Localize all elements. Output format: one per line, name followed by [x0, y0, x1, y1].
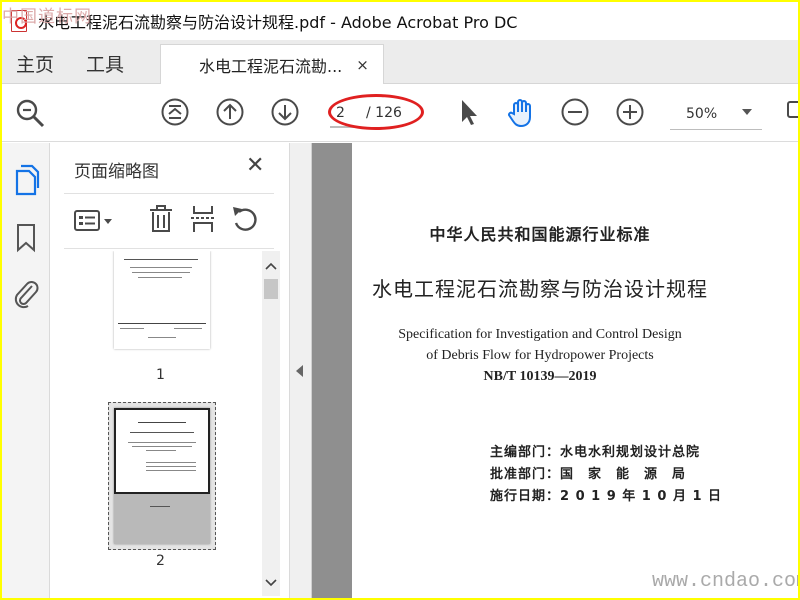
highlight-ellipse — [328, 94, 424, 130]
tab-document-label: 水电工程泥石流勘... — [199, 57, 343, 76]
thumbnail-page-1[interactable] — [114, 251, 210, 349]
title-bar: 水电工程泥石流勘察与防治设计规程.pdf - Adobe Acrobat Pro… — [2, 2, 798, 40]
tab-document[interactable]: 水电工程泥石流勘... × — [160, 44, 384, 85]
scrollbar-thumb[interactable] — [264, 279, 278, 299]
document-page: 中华人民共和国能源行业标准 水电工程泥石流勘察与防治设计规程 Specifica… — [352, 143, 798, 598]
watermark-top: 中国道标网 — [2, 7, 92, 27]
tab-home[interactable]: 主页 — [16, 50, 54, 77]
next-page-icon[interactable] — [270, 97, 300, 127]
rotate-icon[interactable] — [230, 204, 260, 238]
panel-splitter[interactable] — [290, 143, 312, 598]
scroll-down-icon[interactable] — [262, 576, 280, 590]
standard-category: 中华人民共和国能源行业标准 — [429, 225, 651, 244]
zoom-search-icon[interactable] — [14, 97, 45, 128]
left-rail — [2, 143, 50, 598]
watermark-bottom: www.cndao.com — [652, 570, 798, 593]
extract-pages-icon[interactable] — [190, 204, 216, 238]
zoom-in-icon[interactable] — [615, 97, 645, 127]
previous-page-icon[interactable] — [215, 97, 245, 127]
thumbnail-label: 1 — [156, 367, 165, 383]
chevron-down-icon[interactable] — [742, 109, 752, 115]
panel-title: 页面缩略图 — [74, 162, 159, 182]
select-cursor-icon[interactable] — [454, 97, 484, 127]
close-panel-button[interactable]: ✕ — [246, 153, 264, 178]
thumbnail-scrollbar[interactable] — [262, 251, 280, 596]
zoom-level-select[interactable]: 50% — [670, 100, 762, 130]
scroll-up-icon[interactable] — [262, 259, 280, 273]
attachment-icon[interactable] — [12, 277, 40, 313]
zoom-out-icon[interactable] — [560, 97, 590, 127]
close-tab-button[interactable]: × — [356, 56, 369, 74]
thumbnail-panel: 页面缩略图 ✕ 1 2 — [50, 143, 290, 598]
window-title: 水电工程泥石流勘察与防治设计规程.pdf - Adobe Acrobat Pro… — [38, 13, 518, 32]
collapse-panel-icon[interactable] — [296, 365, 303, 377]
editor-department: 主编部门：水电水利规划设计总院 — [490, 445, 701, 460]
panel-toolbar — [64, 193, 274, 249]
document-title-cn: 水电工程泥石流勘察与防治设计规程 — [372, 277, 708, 301]
thumbnail-label: 2 — [156, 553, 165, 569]
document-view[interactable]: 中华人民共和国能源行业标准 水电工程泥石流勘察与防治设计规程 Specifica… — [312, 143, 798, 598]
document-title-en-line2: of Debris Flow for Hydropower Projects — [426, 348, 654, 363]
options-menu-icon[interactable] — [74, 208, 114, 238]
bookmark-icon[interactable] — [15, 223, 37, 257]
tab-bar: 主页 工具 水电工程泥石流勘... × — [2, 40, 798, 85]
thumbnail-page-2[interactable] — [108, 402, 216, 550]
standard-code: NB/T 10139—2019 — [483, 369, 597, 384]
page-thumbnails-icon[interactable] — [12, 163, 40, 201]
hand-tool-icon[interactable] — [505, 97, 535, 128]
effective-date: 施行日期：2 0 1 9 年 1 0 月 1 日 — [490, 489, 723, 504]
thumbnail-list: 1 2 — [60, 251, 260, 596]
approval-department: 批准部门：国 家 能 源 局 — [490, 467, 687, 482]
tab-tools[interactable]: 工具 — [86, 50, 124, 77]
comment-icon[interactable] — [786, 97, 798, 127]
app-window: 水电工程泥石流勘察与防治设计规程.pdf - Adobe Acrobat Pro… — [2, 2, 798, 598]
document-title-en-line1: Specification for Investigation and Cont… — [398, 327, 682, 342]
delete-icon[interactable] — [148, 204, 174, 238]
first-page-icon[interactable] — [160, 97, 190, 127]
toolbar: 2 / 126 50% — [2, 84, 798, 142]
